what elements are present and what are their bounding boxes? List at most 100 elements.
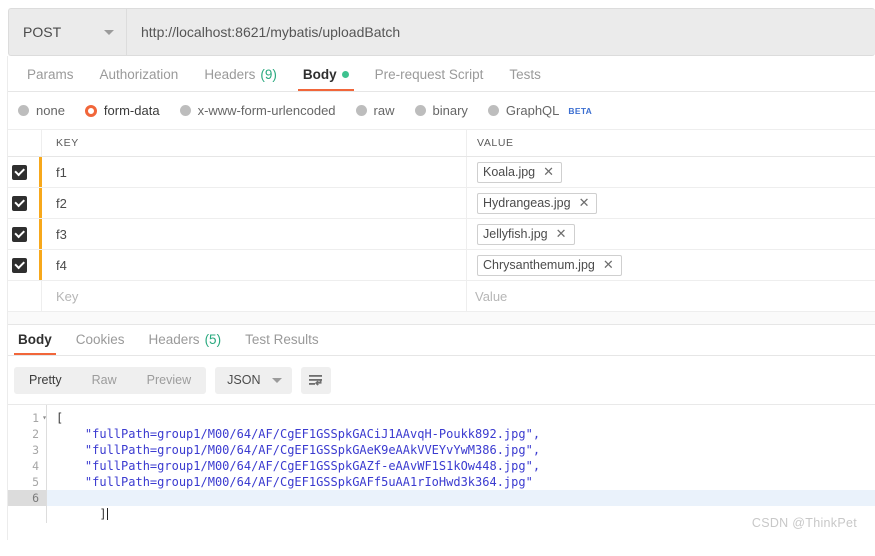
code-line: "fullPath=group1/M00/64/AF/CgEF1GSSpkGAF…	[56, 475, 533, 489]
tab-label: Headers	[148, 332, 200, 347]
new-row-value-placeholder: Value	[475, 288, 508, 304]
code-line: [	[56, 411, 64, 425]
body-type-form-data[interactable]: form-data	[84, 103, 160, 118]
new-row-value-input[interactable]: Value	[467, 281, 875, 311]
row-checkbox[interactable]	[12, 164, 27, 180]
request-response-divider	[0, 312, 875, 325]
file-chip: Chrysanthemum.jpg ✕	[477, 254, 622, 276]
tab-tests[interactable]: Tests	[496, 67, 554, 91]
response-tab-test-results[interactable]: Test Results	[233, 332, 331, 355]
response-tab-body[interactable]: Body	[6, 332, 64, 355]
row-value-cell[interactable]: Hydrangeas.jpg ✕	[467, 188, 875, 218]
tab-pre-request-script[interactable]: Pre-request Script	[362, 67, 497, 91]
view-mode-label: Raw	[91, 373, 117, 387]
response-tab-cookies[interactable]: Cookies	[64, 332, 137, 355]
table-row: f2 Hydrangeas.jpg ✕	[0, 188, 875, 219]
http-method-select[interactable]: POST	[8, 8, 126, 56]
response-body-viewer: 1 ▾ 2 3 4 5 6 [ "fullPath=group1/M00/64/…	[0, 405, 875, 523]
tab-params[interactable]: Params	[14, 67, 87, 91]
radio-icon	[18, 105, 29, 116]
row-value-cell[interactable]: Jellyfish.jpg ✕	[467, 219, 875, 249]
code-text: ]	[99, 507, 107, 521]
response-tab-headers[interactable]: Headers (5)	[137, 332, 234, 355]
view-mode-raw[interactable]: Raw	[77, 367, 132, 394]
tab-authorization[interactable]: Authorization	[87, 67, 192, 91]
url-value: http://localhost:8621/mybatis/uploadBatc…	[141, 24, 401, 40]
row-key-input[interactable]: f1	[42, 157, 467, 187]
tab-label: Authorization	[99, 67, 179, 82]
code-line: "fullPath=group1/M00/64/AF/CgEF1GSSpkGAZ…	[56, 459, 541, 473]
url-input[interactable]: http://localhost:8621/mybatis/uploadBatc…	[126, 8, 875, 56]
headers-count: (9)	[260, 67, 277, 82]
tab-headers[interactable]: Headers (9)	[191, 67, 290, 91]
body-type-label: GraphQL	[505, 103, 560, 118]
response-tabs: Body Cookies Headers (5) Test Results	[0, 325, 875, 356]
remove-file-icon[interactable]: ✕	[579, 196, 590, 209]
response-headers-count: (5)	[204, 332, 222, 347]
row-value-cell[interactable]: Chrysanthemum.jpg ✕	[467, 250, 875, 280]
fold-toggle-icon[interactable]: ▾	[37, 410, 47, 426]
body-type-x-www-form-urlencoded[interactable]: x-www-form-urlencoded	[179, 103, 336, 118]
row-key-value: f2	[56, 195, 67, 211]
response-toolbar: Pretty Raw Preview JSON	[0, 356, 875, 405]
radio-icon-selected	[84, 104, 97, 117]
remove-file-icon[interactable]: ✕	[543, 165, 554, 178]
view-mode-label: Preview	[146, 373, 192, 387]
code-line: "fullPath=group1/M00/64/AF/CgEF1GSSpkGAC…	[56, 427, 541, 441]
row-key-input[interactable]: f3	[42, 219, 467, 249]
remove-file-icon[interactable]: ✕	[603, 258, 614, 271]
body-type-raw[interactable]: raw	[355, 103, 395, 118]
body-type-label: binary	[432, 103, 468, 118]
response-format-value: JSON	[227, 373, 261, 387]
code-lines[interactable]: [ "fullPath=group1/M00/64/AF/CgEF1GSSpkG…	[47, 405, 875, 523]
file-chip: Koala.jpg ✕	[477, 161, 563, 183]
view-mode-pretty[interactable]: Pretty	[14, 367, 77, 394]
tab-label: Cookies	[75, 332, 125, 347]
remove-file-icon[interactable]: ✕	[556, 227, 567, 240]
response-format-select[interactable]: JSON	[215, 366, 293, 394]
table-row: f4 Chrysanthemum.jpg ✕	[0, 250, 875, 281]
response-view-mode-group: Pretty Raw Preview	[14, 366, 207, 394]
row-key-value: f1	[56, 164, 67, 180]
tab-label: Headers	[204, 67, 256, 82]
new-row-key-input[interactable]: Key	[42, 281, 467, 311]
row-value-cell[interactable]: Koala.jpg ✕	[467, 157, 875, 187]
body-type-label: x-www-form-urlencoded	[197, 103, 336, 118]
left-rail	[0, 56, 8, 540]
body-type-binary[interactable]: binary	[414, 103, 468, 118]
body-type-label: none	[36, 103, 65, 118]
request-tabs: Params Authorization Headers (9) Body Pr…	[0, 56, 875, 92]
body-type-graphql[interactable]: GraphQL BETA	[487, 103, 593, 118]
view-mode-preview[interactable]: Preview	[132, 367, 206, 394]
row-checkbox[interactable]	[12, 257, 27, 273]
view-mode-label: Pretty	[29, 373, 62, 387]
table-header-row: KEY VALUE	[0, 130, 875, 157]
new-row-key-placeholder: Key	[56, 288, 79, 304]
beta-badge: BETA	[568, 105, 593, 116]
chevron-down-icon	[272, 377, 283, 383]
row-checkbox[interactable]	[12, 226, 27, 242]
http-method-value: POST	[23, 24, 62, 40]
row-key-input[interactable]: f2	[42, 188, 467, 218]
table-row: f1 Koala.jpg ✕	[0, 157, 875, 188]
text-caret	[106, 508, 108, 520]
radio-icon	[414, 105, 426, 116]
body-type-options: none form-data x-www-form-urlencoded raw…	[0, 92, 875, 130]
tab-label: Tests	[509, 67, 541, 82]
file-name: Koala.jpg	[483, 164, 536, 179]
tab-label: Params	[27, 67, 74, 82]
file-name: Chrysanthemum.jpg	[483, 257, 595, 272]
file-name: Jellyfish.jpg	[483, 226, 548, 241]
file-chip: Hydrangeas.jpg ✕	[477, 192, 598, 214]
word-wrap-button[interactable]	[301, 366, 332, 394]
form-data-table: KEY VALUE f1 Koala.jpg ✕ f2 Hydrangeas.j…	[0, 130, 875, 312]
row-key-input[interactable]: f4	[42, 250, 467, 280]
chevron-down-icon	[104, 29, 114, 35]
tab-label: Body	[18, 332, 52, 347]
body-type-none[interactable]: none	[18, 103, 65, 118]
row-checkbox[interactable]	[12, 195, 27, 211]
body-present-dot-icon	[341, 71, 349, 78]
tab-body[interactable]: Body	[290, 67, 362, 91]
request-url-bar: POST http://localhost:8621/mybatis/uploa…	[0, 0, 875, 56]
radio-icon	[179, 105, 191, 116]
